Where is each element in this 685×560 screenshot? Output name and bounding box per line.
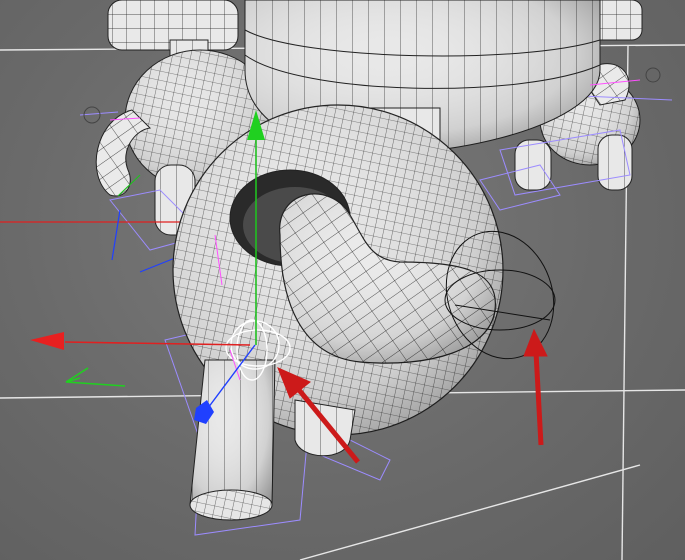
robot-leg-left[interactable]	[189, 359, 276, 521]
3d-perspective-viewport[interactable]	[0, 0, 685, 560]
x-axis-arrow-icon[interactable]	[30, 332, 64, 350]
arrow-pointing-rotation-ring	[523, 328, 548, 446]
world-axis-icon	[65, 367, 126, 387]
scene-canvas[interactable]	[0, 0, 685, 560]
